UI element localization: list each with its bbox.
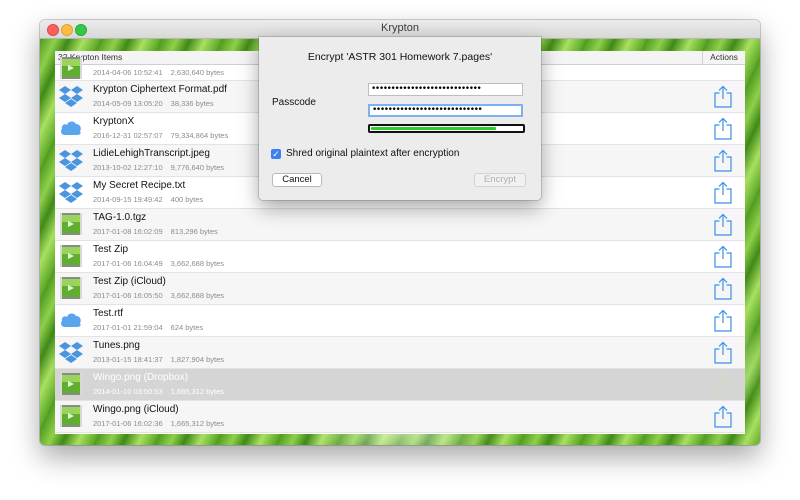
file-name: Wingo.png (iCloud) <box>93 404 179 415</box>
file-name: Test Zip <box>93 244 129 255</box>
encrypt-button[interactable]: Encrypt <box>474 173 526 187</box>
strength-fill <box>371 127 497 130</box>
file-name: TAG-1.0.tgz <box>93 212 147 223</box>
file-name: My Secret Recipe.txt <box>93 180 186 191</box>
icloud-icon <box>59 309 83 331</box>
file-size: 400 bytes <box>170 195 204 204</box>
share-icon[interactable] <box>713 85 733 108</box>
file-meta: 2017-01-06 16:02:36 1,665,312 bytes <box>93 419 224 428</box>
image-file-icon <box>59 57 83 79</box>
file-name: Test Zip (iCloud) <box>93 276 166 287</box>
file-size: 9,776,640 bytes <box>170 163 225 172</box>
file-meta: 2017-01-01 21:59:04 624 bytes <box>93 323 203 332</box>
share-icon[interactable] <box>713 245 733 268</box>
file-meta: 2017-01-08 16:02:09 813,296 bytes <box>93 227 218 236</box>
file-meta: 2014-01-10 03:50:53 1,665,312 bytes <box>93 387 224 396</box>
passcode-field[interactable]: •••••••••••••••••••••••••••• <box>368 83 523 96</box>
share-icon[interactable] <box>713 117 733 140</box>
file-date: 2013-10-02 12:27:10 <box>93 163 163 172</box>
file-date: 2017-01-06 16:02:36 <box>93 419 163 428</box>
passcode-strength-meter <box>368 124 525 133</box>
share-icon[interactable] <box>713 277 733 300</box>
cancel-button[interactable]: Cancel <box>272 173 322 187</box>
dialog-title: Encrypt 'ASTR 301 Homework 7.pages' <box>307 51 493 63</box>
passcode-label: Passcode <box>272 97 316 108</box>
file-date: 2014-01-10 03:50:53 <box>93 387 163 396</box>
file-size: 3,662,688 bytes <box>170 259 225 268</box>
share-icon[interactable] <box>713 405 733 428</box>
share-icon[interactable] <box>713 213 733 236</box>
file-name: Wingo.png (Dropbox) <box>93 372 189 383</box>
file-size: 3,662,688 bytes <box>170 291 225 300</box>
file-meta: 2017-01-06 16:04:49 3,662,688 bytes <box>93 259 224 268</box>
file-name: Test.rtf <box>93 308 124 319</box>
file-date: 2017-01-01 21:59:04 <box>93 323 163 332</box>
share-icon[interactable] <box>713 149 733 172</box>
file-row[interactable]: Test.rtf 2017-01-01 21:59:04 624 bytes <box>55 305 745 337</box>
dropbox-icon <box>59 149 83 171</box>
shred-checkbox[interactable]: ✓ <box>271 149 281 159</box>
file-row[interactable]: Test Zip (iCloud) 2017-01-06 16:05:50 3,66… <box>55 273 745 305</box>
file-meta: 2014-05-09 13:05:20 38,336 bytes <box>93 99 214 108</box>
share-icon[interactable] <box>713 373 733 396</box>
file-date: 2013-01-15 18:41:37 <box>93 355 163 364</box>
file-size: 813,296 bytes <box>170 227 218 236</box>
file-meta: 2014-04-06 10:52:41 2,630,640 bytes <box>93 68 224 77</box>
file-size: 1,665,312 bytes <box>170 387 225 396</box>
file-size: 1,827,904 bytes <box>170 355 225 364</box>
file-row[interactable]: Wingo.png (iCloud) 2017-01-06 16:02:36 1,6… <box>55 401 745 433</box>
file-meta: 2014-09-15 19:49:42 400 bytes <box>93 195 203 204</box>
file-size: 1,665,312 bytes <box>170 419 225 428</box>
shred-checkbox-label[interactable]: Shred original plaintext after encryptio… <box>286 148 459 159</box>
file-date: 2016-12-31 02:57:07 <box>93 131 163 140</box>
file-meta: 2013-10-02 12:27:10 9,776,640 bytes <box>93 163 224 172</box>
dropbox-icon <box>59 85 83 107</box>
file-date: 2014-04-06 10:52:41 <box>93 68 163 77</box>
image-file-icon <box>59 245 83 267</box>
encrypt-dialog: Encrypt 'ASTR 301 Homework 7.pages' Pass… <box>259 37 541 200</box>
window-title: Krypton <box>381 22 419 34</box>
dropbox-icon <box>59 181 83 203</box>
file-name: Tunes.png <box>93 340 140 351</box>
app-window: Krypton 32 Krypton Items Actions 2014-04… <box>40 20 760 445</box>
file-row[interactable]: Tunes.png 2013-01-15 18:41:37 1,827,904 by… <box>55 337 745 369</box>
file-size: 2,630,640 bytes <box>170 68 225 77</box>
file-meta: 2013-01-15 18:41:37 1,827,904 bytes <box>93 355 224 364</box>
image-file-icon <box>59 277 83 299</box>
file-name: KryptonX <box>93 116 135 127</box>
dropbox-icon <box>59 341 83 363</box>
file-meta: 2017-01-06 16:05:50 3,662,688 bytes <box>93 291 224 300</box>
file-row[interactable]: TAG-1.0.tgz 2017-01-08 16:02:09 813,296 by… <box>55 209 745 241</box>
file-date: 2014-05-09 13:05:20 <box>93 99 163 108</box>
file-size: 38,336 bytes <box>170 99 214 108</box>
file-size: 79,334,864 bytes <box>170 131 229 140</box>
share-icon[interactable] <box>713 309 733 332</box>
file-date: 2014-09-15 19:49:42 <box>93 195 163 204</box>
file-date: 2017-01-08 16:02:09 <box>93 227 163 236</box>
share-icon[interactable] <box>713 181 733 204</box>
file-row[interactable]: Test Zip 2017-01-06 16:04:49 3,662,688 byt… <box>55 241 745 273</box>
image-file-icon <box>59 373 83 395</box>
file-date: 2017-01-06 16:04:49 <box>93 259 163 268</box>
actions-column-header[interactable]: Actions <box>702 51 745 64</box>
image-file-icon <box>59 213 83 235</box>
file-size: 624 bytes <box>170 323 204 332</box>
file-date: 2017-01-06 16:05:50 <box>93 291 163 300</box>
file-name: LidieLehighTranscript.jpeg <box>93 148 210 159</box>
share-icon[interactable] <box>713 341 733 364</box>
file-row[interactable]: Wingo.png (Dropbox) 2014-01-10 03:50:53 1,… <box>55 369 745 401</box>
file-name: Krypton Ciphertext Format.pdf <box>93 84 227 95</box>
icloud-icon <box>59 117 83 139</box>
passcode-confirm-field[interactable]: •••••••••••••••••••••••••••• <box>368 104 523 117</box>
file-meta: 2016-12-31 02:57:07 79,334,864 bytes <box>93 131 228 140</box>
image-file-icon <box>59 405 83 427</box>
